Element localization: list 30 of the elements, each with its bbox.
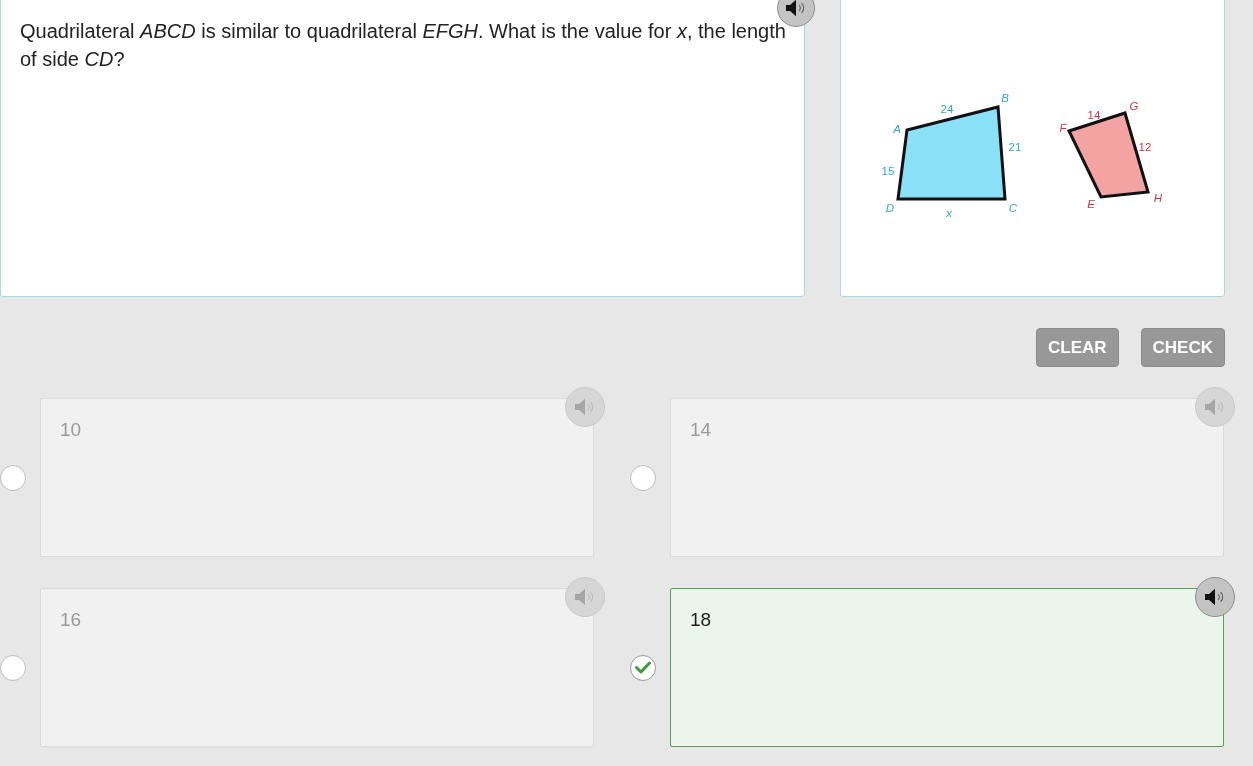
- speaker-icon: [786, 0, 806, 17]
- speaker-icon: [1205, 588, 1225, 606]
- radio-button[interactable]: [630, 654, 656, 681]
- answer-text: 16: [60, 608, 82, 631]
- answer-text: 10: [60, 418, 82, 441]
- radio-button[interactable]: [0, 464, 26, 491]
- vertex-label: C: [1008, 202, 1018, 214]
- speaker-button[interactable]: [1195, 577, 1235, 617]
- answer-text: 14: [690, 418, 712, 441]
- side-length-label: 15: [881, 165, 895, 177]
- answer-text: 18: [690, 608, 712, 631]
- speaker-icon: [575, 398, 595, 416]
- vertex-label: H: [1153, 192, 1163, 204]
- checkmark-icon: [635, 661, 651, 674]
- side-length-label: 21: [1008, 141, 1022, 153]
- vertex-label: B: [1001, 92, 1009, 104]
- vertex-label: G: [1129, 100, 1139, 112]
- side-length-label: 14: [1087, 109, 1101, 121]
- side-length-label: 12: [1138, 141, 1152, 153]
- vertex-label: E: [1087, 198, 1095, 210]
- vertex-label: A: [893, 123, 901, 135]
- speaker-icon: [575, 588, 595, 606]
- side-length-label: x: [946, 207, 952, 219]
- question-text: Quadrilateral ABCD is similar to quadrilateral EFGH. What is the value for x, the length of side CD?: [20, 19, 787, 72]
- radio-button[interactable]: [630, 464, 656, 491]
- vertex-label: D: [885, 202, 895, 214]
- speaker-icon: [1205, 398, 1225, 416]
- vertex-label: F: [1059, 122, 1067, 134]
- radio-button[interactable]: [0, 654, 26, 681]
- side-length-label: 24: [940, 103, 954, 115]
